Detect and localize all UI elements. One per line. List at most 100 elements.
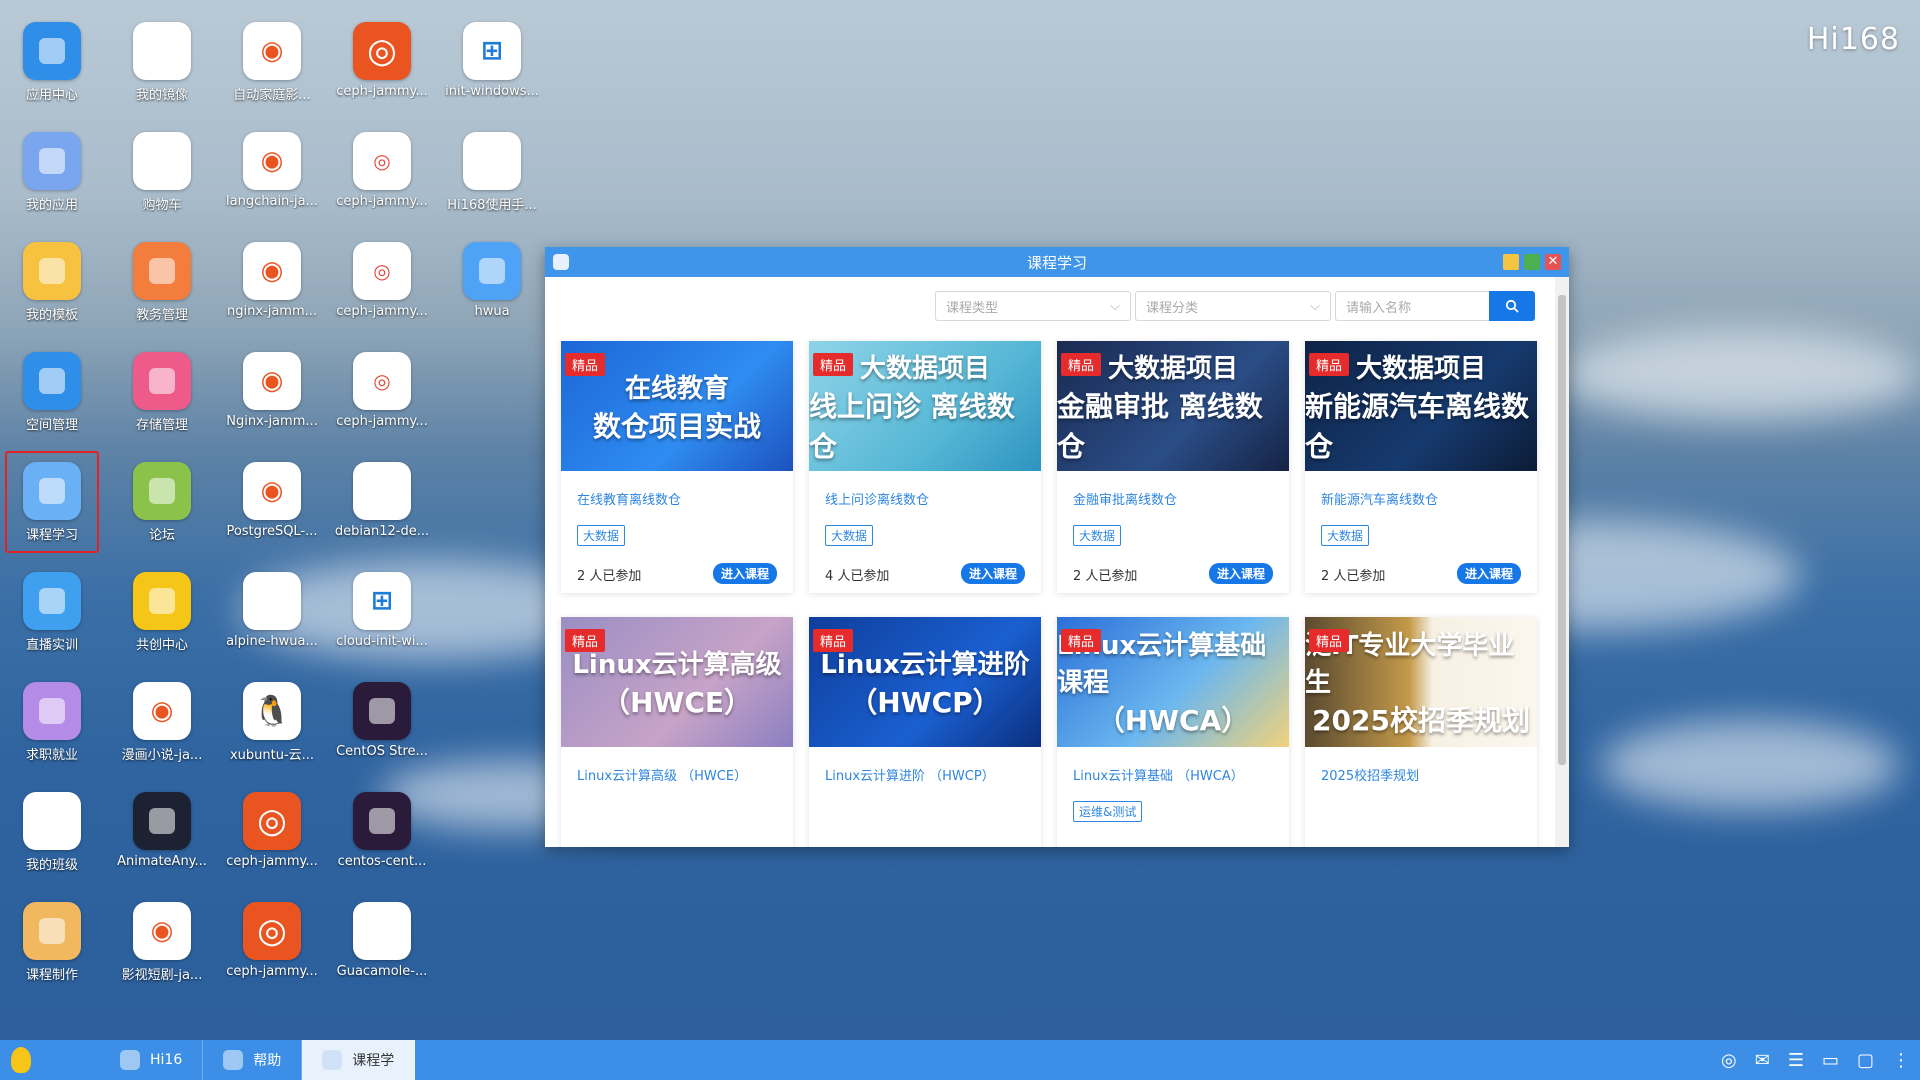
desktop-icon[interactable]: 论坛 xyxy=(110,462,214,566)
desktop-icon[interactable]: ◉ 自动家庭影... xyxy=(220,22,324,126)
course-title[interactable]: 在线教育离线数仓 xyxy=(577,489,681,508)
taskbar-item[interactable]: Hi16 xyxy=(100,1040,204,1080)
paint-icon xyxy=(463,242,521,300)
desktop-icon[interactable]: ◎ ceph-jammy... xyxy=(220,902,324,1006)
desktop-icon[interactable]: ◉ Nginx-jamm... xyxy=(220,352,324,456)
taskbar-item[interactable]: 帮助 xyxy=(203,1040,303,1080)
desktop-icon[interactable]: Hi168使用手... xyxy=(440,132,544,236)
course-title[interactable]: Linux云计算基础 （HWCA） xyxy=(1073,765,1244,784)
desktop-icon[interactable]: 我的镜像 xyxy=(110,22,214,126)
desktop-icon[interactable]: 应用中心 xyxy=(0,22,104,126)
windows-icon: ⊞ xyxy=(463,22,521,80)
thumbnail-line2: 金融审批 离线数仓 xyxy=(1057,389,1263,463)
more-icon[interactable]: ⋮ xyxy=(1892,1050,1910,1071)
desktop-icon[interactable]: AnimateAny... xyxy=(110,792,214,896)
desktop-icon-label: 我的应用 xyxy=(25,198,78,213)
chat-icon[interactable]: ▭ xyxy=(1822,1050,1839,1071)
category-badge: 大数据 xyxy=(825,525,874,546)
course-title[interactable]: Linux云计算进阶 （HWCP） xyxy=(825,765,995,784)
ceph-icon: ◎ xyxy=(353,242,411,300)
course-card[interactable]: 精品 大数据项目 新能源汽车离线数仓 新能源汽车离线数仓 大数据 2 人已参加 进入课程 xyxy=(1305,341,1537,593)
desktop-icon[interactable]: hwua xyxy=(440,242,544,346)
taskbar-item-label: 课程学 xyxy=(352,1053,395,1069)
desktop-icon[interactable]: ⊞ init-windows... xyxy=(440,22,544,126)
desktop-icon-label: centos-cent... xyxy=(337,854,427,869)
course-category-select[interactable]: 课程分类 ⌵ xyxy=(1135,291,1331,321)
desktop-icon[interactable]: 空间管理 xyxy=(0,352,104,456)
course-card[interactable]: 精品 在线教育 数仓项目实战 在线教育离线数仓 大数据 2 人已参加 进入课程 xyxy=(561,341,793,593)
desktop-icon-label: 漫画小说-ja... xyxy=(121,748,203,763)
category-badge: 运维&测试 xyxy=(1073,801,1143,822)
minimize-button[interactable] xyxy=(1503,254,1519,270)
course-title[interactable]: 线上问诊离线数仓 xyxy=(825,489,929,508)
ceph-icon: ◎ xyxy=(353,132,411,190)
course-card[interactable]: 精品 大数据项目 线上问诊 离线数仓 线上问诊离线数仓 大数据 4 人已参加 进入课程 xyxy=(809,341,1041,593)
network-icon[interactable]: ◎ xyxy=(1721,1050,1737,1071)
course-card[interactable]: 精品 Linux云计算基础课程 （HWCA） Linux云计算基础 （HWCA） 运维&… xyxy=(1057,617,1289,847)
display-icon[interactable]: ▢ xyxy=(1857,1050,1874,1071)
desktop-icon[interactable]: ◎ ceph-jammy... xyxy=(220,792,324,896)
desktop-icon[interactable]: ◎ ceph-jammy... xyxy=(330,242,434,346)
desktop-icon[interactable]: 我的应用 xyxy=(0,132,104,236)
desktop-icon[interactable]: ◎ ceph-jammy... xyxy=(330,132,434,236)
desktop-icon[interactable]: 存储管理 xyxy=(110,352,214,456)
window-titlebar[interactable]: 课程学习 ✕ xyxy=(545,247,1569,277)
desktop-icon[interactable]: 直播实训 xyxy=(0,572,104,676)
course-title[interactable]: Linux云计算高级 （HWCE） xyxy=(577,765,747,784)
desktop-icon[interactable]: CentOS Stre... xyxy=(330,682,434,786)
enter-course-button[interactable]: 进入课程 xyxy=(712,563,777,584)
maximize-button[interactable] xyxy=(1524,254,1540,270)
scrollbar-thumb[interactable] xyxy=(1558,295,1566,765)
ubuntu-icon: ◉ xyxy=(243,462,301,520)
desktop-icon[interactable]: ⊞ cloud-init-wi... xyxy=(330,572,434,676)
enter-course-button[interactable]: 进入课程 xyxy=(1208,563,1273,584)
course-title[interactable]: 2025校招季规划 xyxy=(1321,765,1419,784)
course-card[interactable]: 精品 大数据项目 金融审批 离线数仓 金融审批离线数仓 大数据 2 人已参加 进入课程 xyxy=(1057,341,1289,593)
desktop-icon[interactable]: debian12-de... xyxy=(330,462,434,566)
ubuntu-icon: ◉ xyxy=(133,902,191,960)
notes-icon[interactable]: ☰ xyxy=(1788,1050,1804,1071)
centos-icon xyxy=(353,682,411,740)
course-title[interactable]: 新能源汽车离线数仓 xyxy=(1321,489,1438,508)
desktop-icon[interactable]: 我的模板 xyxy=(0,242,104,346)
desktop-icon[interactable]: centos-cent... xyxy=(330,792,434,896)
category-badge: 大数据 xyxy=(1073,525,1122,546)
wechat-icon[interactable]: ✉ xyxy=(1755,1050,1770,1071)
course-type-select[interactable]: 课程类型 ⌵ xyxy=(935,291,1131,321)
ubuntu-icon: ◉ xyxy=(243,132,301,190)
desktop-icon[interactable]: ◉ 影视短剧-ja... xyxy=(110,902,214,1006)
desktop-icon[interactable]: 🐧 xubuntu-云... xyxy=(220,682,324,786)
search-input[interactable]: 请输入名称 xyxy=(1335,291,1489,321)
enter-course-button[interactable]: 进入课程 xyxy=(1456,563,1521,584)
course-card[interactable]: 精品 Linux云计算高级 （HWCE） Linux云计算高级 （HWCE） xyxy=(561,617,793,847)
desktop-icon[interactable]: 共创中心 xyxy=(110,572,214,676)
chevron-down-icon: ⌵ xyxy=(1310,298,1320,314)
taskbar-item[interactable]: 课程学 xyxy=(302,1040,416,1080)
desktop-icon[interactable]: 教务管理 xyxy=(110,242,214,346)
featured-tag: 精品 xyxy=(1061,353,1102,376)
search-button[interactable] xyxy=(1489,291,1535,321)
desktop-icon-label: 自动家庭影... xyxy=(233,88,311,103)
desktop-icon[interactable]: ◉ PostgreSQL-... xyxy=(220,462,324,566)
start-button[interactable] xyxy=(0,1040,42,1080)
desktop-icon[interactable]: ◉ langchain-ja... xyxy=(220,132,324,236)
linux-penguin-icon: 🐧 xyxy=(243,682,301,740)
window-scrollbar[interactable] xyxy=(1555,277,1569,847)
desktop-icon[interactable]: Guacamole-... xyxy=(330,902,434,1006)
course-card[interactable]: 精品 泛IT专业大学毕业生 2025校招季规划 2025校招季规划 xyxy=(1305,617,1537,847)
desktop-icon[interactable]: 我的班级 xyxy=(0,792,104,896)
desktop-icon[interactable]: ◎ ceph-jammy... xyxy=(330,352,434,456)
desktop-icon[interactable]: 购物车 xyxy=(110,132,214,236)
class-icon xyxy=(23,792,81,850)
enter-course-button[interactable]: 进入课程 xyxy=(960,563,1025,584)
desktop-icon[interactable]: 课程制作 xyxy=(0,902,104,1006)
desktop-icon[interactable]: 求职就业 xyxy=(0,682,104,786)
desktop-icon[interactable]: ◉ nginx-jamm... xyxy=(220,242,324,346)
close-button[interactable]: ✕ xyxy=(1545,254,1561,270)
desktop-icon[interactable]: alpine-hwua... xyxy=(220,572,324,676)
course-title[interactable]: 金融审批离线数仓 xyxy=(1073,489,1177,508)
desktop-icon-label: 我的模板 xyxy=(25,308,78,323)
course-card[interactable]: 精品 Linux云计算进阶 （HWCP） Linux云计算进阶 （HWCP） xyxy=(809,617,1041,847)
desktop-icon[interactable]: ◉ 漫画小说-ja... xyxy=(110,682,214,786)
desktop-icon[interactable]: ◎ ceph-jammy... xyxy=(330,22,434,126)
